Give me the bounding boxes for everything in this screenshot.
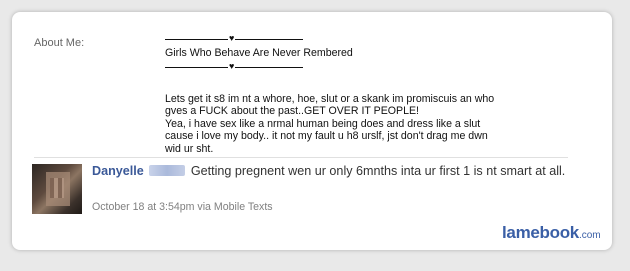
heart-icon: ♥ — [228, 60, 236, 71]
heart-divider-bottom: ♥ — [165, 60, 303, 71]
status-update: Danyelle Getting pregnent wen ur only 6m… — [92, 164, 582, 179]
heart-icon: ♥ — [228, 33, 236, 43]
post-card: About Me: ♥ Girls Who Behave Are Never R… — [12, 12, 612, 250]
author-name-link[interactable]: Danyelle — [92, 164, 144, 178]
about-headline: Girls Who Behave Are Never Rembered — [165, 47, 353, 59]
heart-divider-top: ♥ — [165, 33, 303, 43]
watermark-tld: .com — [578, 230, 601, 241]
status-timestamp[interactable]: October 18 at 3:54pm via Mobile Texts — [92, 201, 273, 213]
lamebook-watermark: lamebook.com — [502, 223, 601, 243]
avatar[interactable] — [32, 164, 82, 214]
watermark-brand: lamebook — [502, 223, 579, 242]
blurred-surname — [149, 165, 186, 176]
about-paragraph: Lets get it s8 im nt a whore, hoe, slut … — [165, 92, 495, 155]
about-me-content: ♥ Girls Who Behave Are Never Rembered ♥ … — [165, 33, 555, 156]
about-me-label: About Me: — [34, 37, 85, 49]
section-divider — [34, 157, 568, 158]
avatar-pixelation — [50, 178, 64, 198]
status-text: Getting pregnent wen ur only 6mnths inta… — [190, 164, 566, 178]
